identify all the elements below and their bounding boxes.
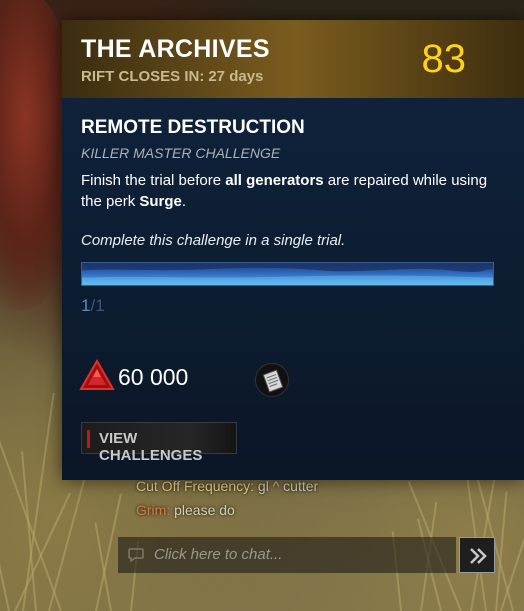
- archive-panel: THE ARCHIVES RIFT CLOSES IN: 27 days 83 R…: [62, 20, 524, 480]
- rift-timer: RIFT CLOSES IN: 27 days: [81, 68, 264, 85]
- chat-bubble-icon: [128, 548, 144, 563]
- scroll-icon: [262, 369, 284, 393]
- chat-input[interactable]: Click here to chat...: [118, 537, 456, 573]
- rift-fragment-icon: [79, 359, 115, 390]
- view-challenges-label: VIEW CHALLENGES: [99, 430, 203, 464]
- chat-message: Grim: please do: [136, 502, 235, 518]
- send-button[interactable]: [459, 537, 495, 573]
- scroll-reward[interactable]: [255, 363, 289, 397]
- tier-number: 83: [421, 37, 467, 81]
- progress-count: 1/1: [81, 296, 105, 315]
- double-chevron-right-icon: [470, 548, 487, 564]
- grass-blade: [0, 422, 62, 611]
- chat-message: Cut Off Frequency: gl ^ cutter: [136, 478, 319, 494]
- challenge-subtitle: KILLER MASTER CHALLENGE: [81, 145, 281, 161]
- archive-header: THE ARCHIVES RIFT CLOSES IN: 27 days 83: [62, 20, 524, 98]
- archive-title: THE ARCHIVES: [81, 35, 270, 63]
- challenge-title: REMOTE DESTRUCTION: [81, 117, 305, 138]
- progress-bar: [81, 262, 494, 286]
- button-accent: [87, 430, 90, 448]
- progress-fill: [82, 263, 493, 285]
- challenge-note: Complete this challenge in a single tria…: [81, 232, 346, 249]
- reward-amount: 60 000: [118, 364, 189, 390]
- chat-placeholder: Click here to chat...: [154, 546, 283, 563]
- view-challenges-button[interactable]: VIEW CHALLENGES: [81, 422, 237, 464]
- challenge-description: Finish the trial before all generators a…: [81, 172, 488, 210]
